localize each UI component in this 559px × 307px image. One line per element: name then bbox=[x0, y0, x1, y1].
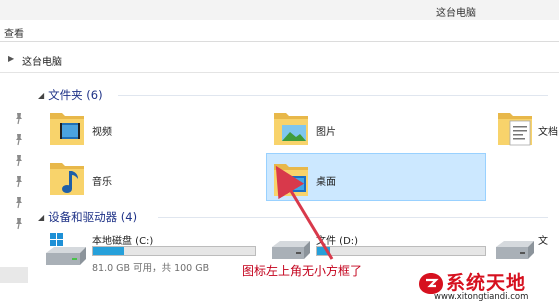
drive-usage-bar bbox=[316, 246, 486, 256]
folders-group-title: 文件夹 (6) bbox=[48, 88, 103, 102]
music-folder-icon bbox=[50, 163, 84, 195]
address-bar[interactable]: ▶ 这台电脑 bbox=[0, 50, 559, 72]
hard-disk-icon bbox=[496, 241, 534, 259]
drive-label: 文件 (D:) bbox=[316, 236, 359, 247]
drive-label: 文 bbox=[538, 236, 548, 247]
title-bar: 这台电脑 bbox=[0, 0, 559, 20]
drive-usage-fill bbox=[317, 247, 331, 255]
folder-pictures[interactable]: 图片 bbox=[268, 105, 378, 151]
documents-folder-icon bbox=[498, 113, 532, 146]
video-folder-icon bbox=[50, 113, 84, 145]
folders-group-header[interactable]: ◢ 文件夹 (6) bbox=[38, 87, 103, 103]
folder-desktop[interactable]: 桌面 bbox=[266, 153, 486, 201]
address-divider bbox=[0, 72, 559, 73]
folder-label: 文档 bbox=[538, 127, 558, 138]
breadcrumb-expand-icon[interactable]: ▶ bbox=[8, 54, 14, 63]
folder-label: 视频 bbox=[92, 127, 112, 138]
pin-icon[interactable] bbox=[12, 132, 26, 146]
watermark-url: www.xitongtiandi.com bbox=[434, 292, 529, 302]
watermark-brand: 系统天地 bbox=[446, 272, 527, 294]
collapse-chevron-icon[interactable]: ◢ bbox=[38, 91, 44, 100]
group-divider bbox=[158, 217, 548, 218]
pin-icon[interactable] bbox=[12, 195, 26, 209]
pin-icon[interactable] bbox=[12, 174, 26, 188]
drive-usage-fill bbox=[93, 247, 124, 255]
folder-label: 图片 bbox=[316, 127, 336, 138]
breadcrumb-this-pc[interactable]: 这台电脑 bbox=[22, 53, 62, 68]
pictures-folder-icon bbox=[274, 113, 308, 145]
drive-usage-bar bbox=[92, 246, 256, 256]
pin-icon[interactable] bbox=[12, 111, 26, 125]
folder-music[interactable]: 音乐 bbox=[44, 155, 154, 201]
ribbon-tab-view[interactable]: 查看 bbox=[4, 25, 24, 40]
desktop-folder-icon bbox=[274, 164, 308, 196]
watermark: 系统天地 www.xitongtiandi.com bbox=[412, 268, 559, 307]
folder-documents[interactable]: 文档 bbox=[494, 105, 559, 151]
navigation-pane-scroll-area[interactable] bbox=[0, 267, 28, 283]
folder-label: 音乐 bbox=[92, 177, 112, 188]
drive-free-space: 81.0 GB 可用，共 100 GB bbox=[92, 263, 210, 274]
folder-videos[interactable]: 视频 bbox=[44, 105, 154, 151]
window-title: 这台电脑 bbox=[436, 8, 476, 19]
drives-group-title: 设备和驱动器 (4) bbox=[48, 210, 138, 224]
collapse-chevron-icon[interactable]: ◢ bbox=[38, 213, 44, 222]
pin-icon[interactable] bbox=[12, 153, 26, 167]
drives-group-header[interactable]: ◢ 设备和驱动器 (4) bbox=[38, 209, 137, 225]
drive-label: 本地磁盘 (C:) bbox=[92, 236, 154, 247]
drive-c[interactable]: 本地磁盘 (C:) 81.0 GB 可用，共 100 GB bbox=[44, 229, 264, 275]
group-divider bbox=[118, 95, 548, 96]
annotation-text: 图标左上角无小方框了 bbox=[242, 264, 363, 278]
local-disk-windows-icon bbox=[46, 233, 86, 265]
pin-icon[interactable] bbox=[12, 216, 26, 230]
ribbon-divider bbox=[0, 41, 559, 42]
folder-label: 桌面 bbox=[316, 177, 336, 188]
